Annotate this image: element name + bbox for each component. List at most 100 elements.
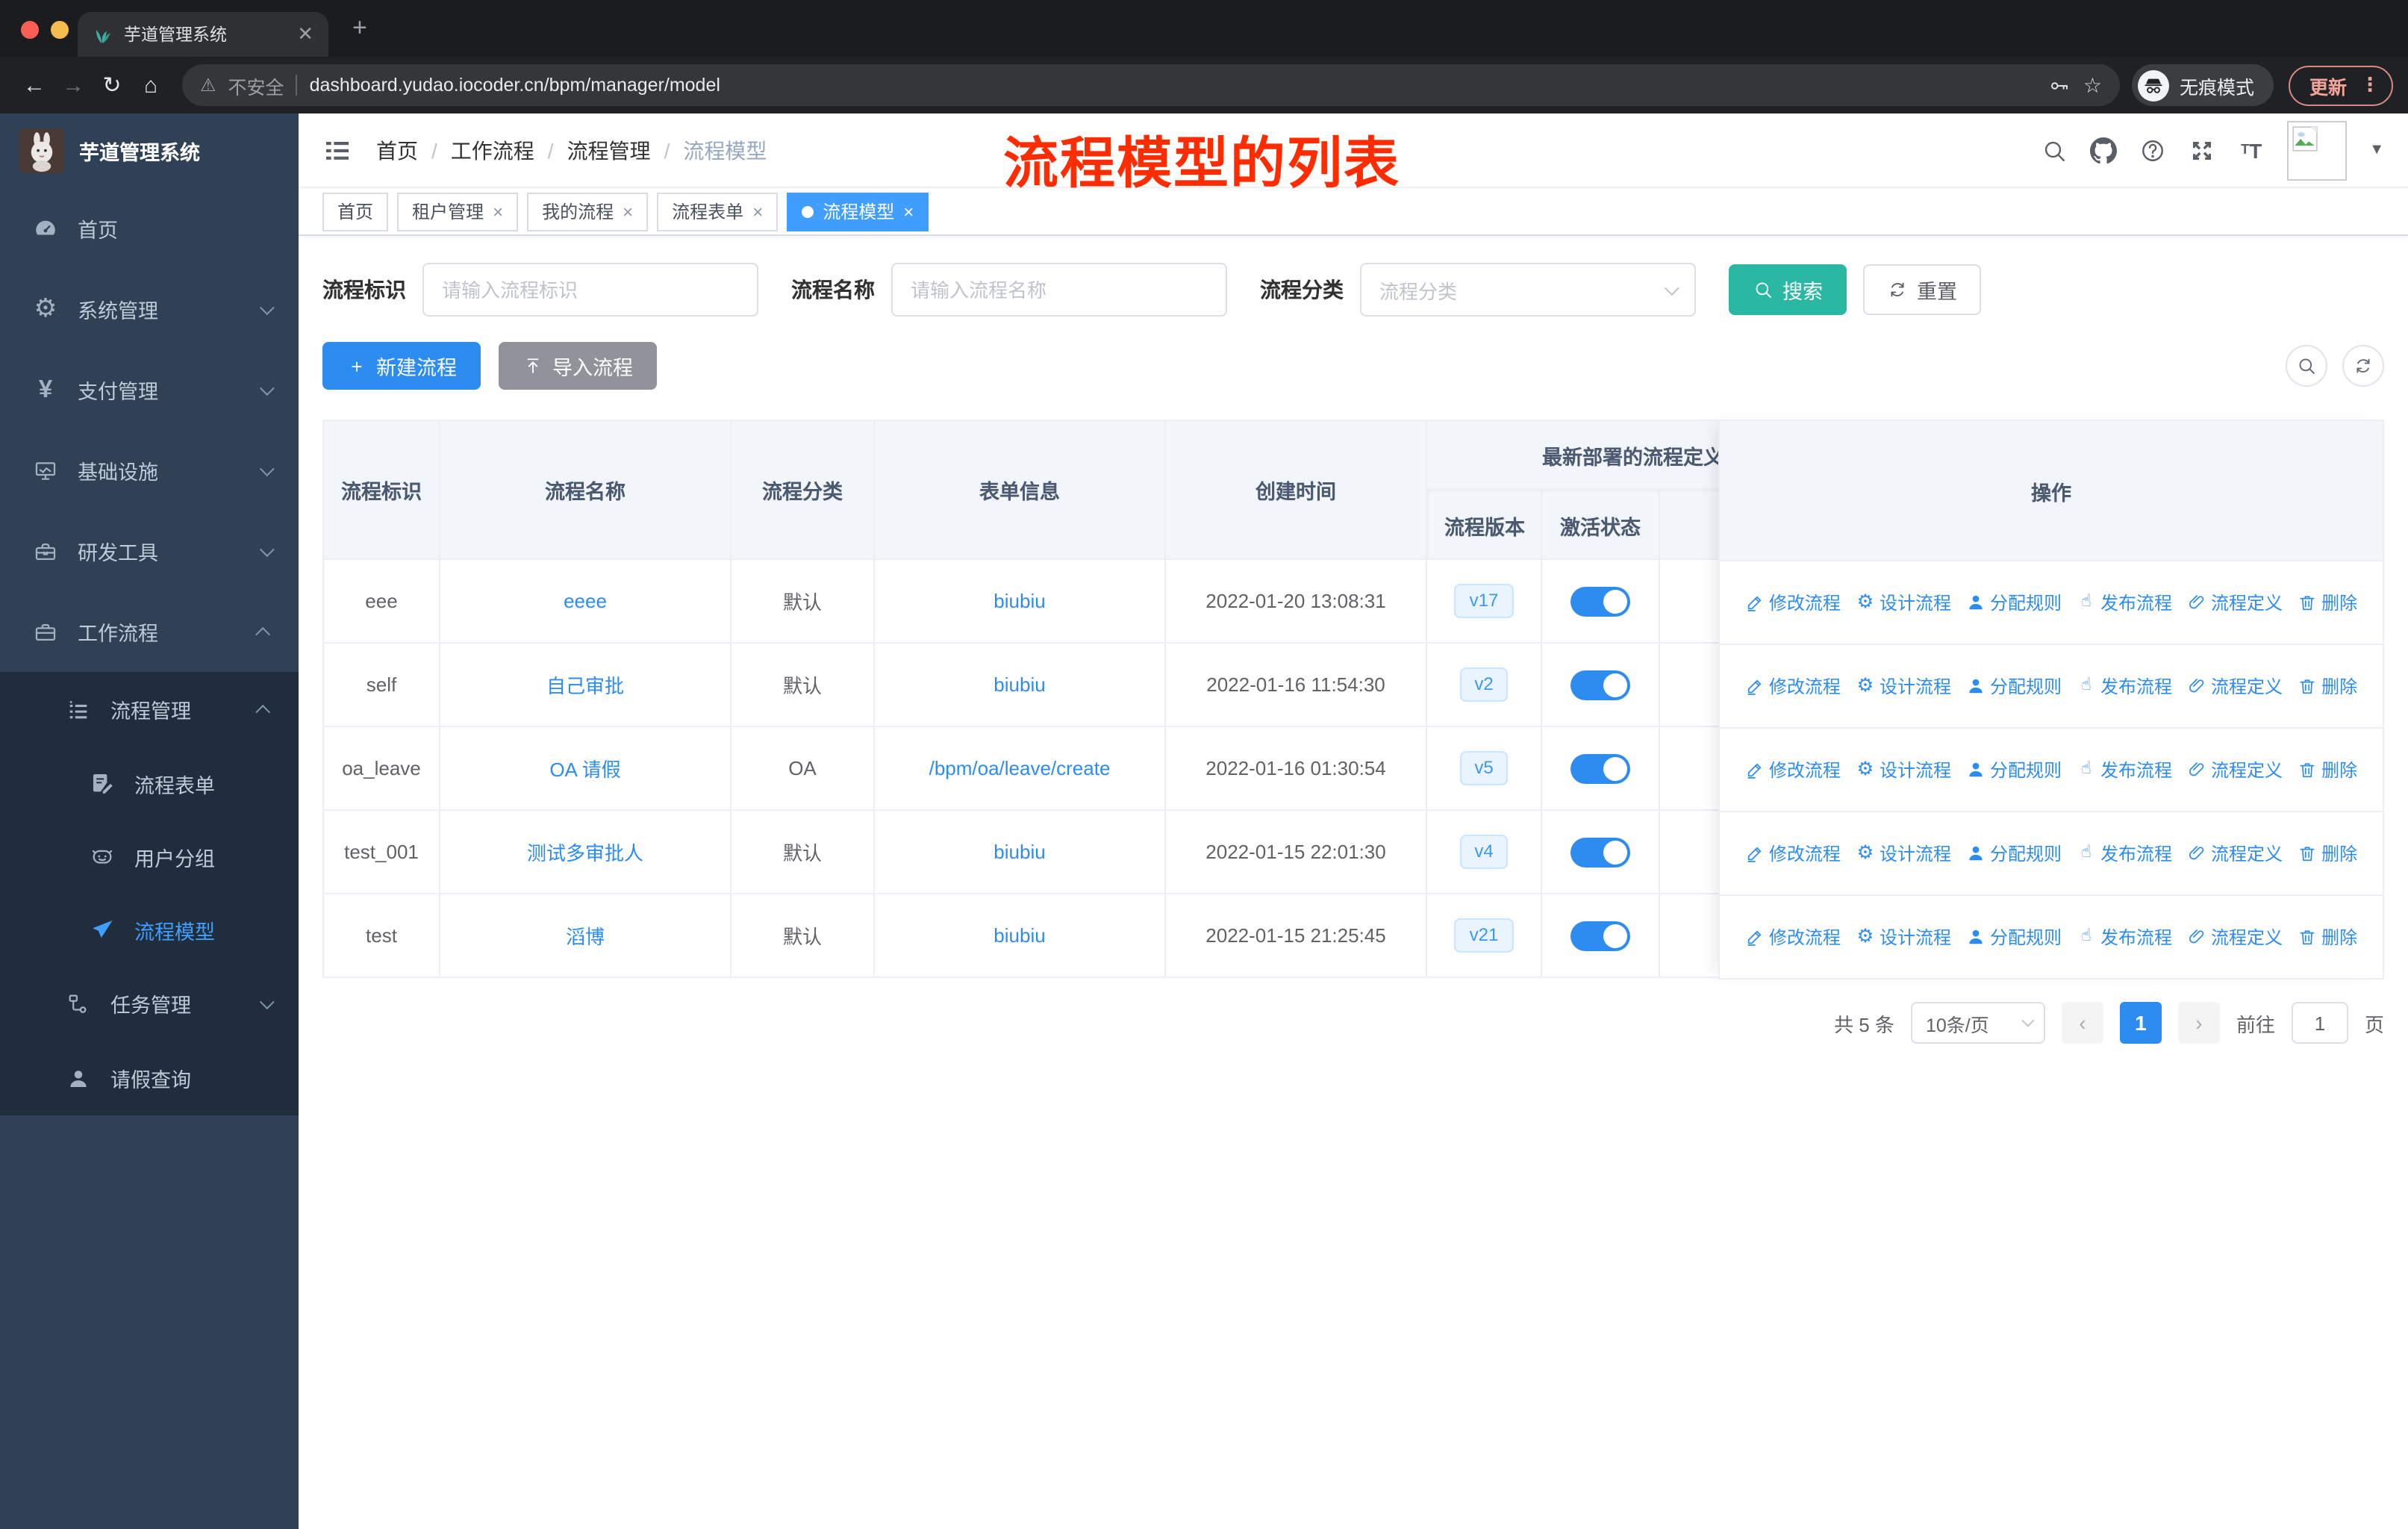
active-toggle[interactable] <box>1570 837 1630 867</box>
breadcrumb-home[interactable]: 首页 <box>376 135 418 165</box>
version-badge[interactable]: v2 <box>1459 667 1509 703</box>
form-info-link[interactable]: biubiu <box>994 590 1045 612</box>
model-name-link[interactable]: 滔博 <box>566 926 605 948</box>
assign-rule-link[interactable]: 分配规则 <box>1966 924 2062 950</box>
sidebar-item-process-management[interactable]: 流程管理 <box>0 672 299 747</box>
sidebar-item-home[interactable]: 首页 <box>0 188 299 269</box>
process-definition-link[interactable]: 流程定义 <box>2187 590 2283 615</box>
model-name-link[interactable]: 测试多审批人 <box>527 842 643 865</box>
active-toggle[interactable] <box>1570 753 1630 783</box>
active-toggle[interactable] <box>1570 586 1630 616</box>
tag-my-process[interactable]: 我的流程 × <box>527 192 649 231</box>
delete-link[interactable]: 删除 <box>2298 673 2357 699</box>
modify-process-link[interactable]: 修改流程 <box>1745 757 1841 782</box>
delete-link[interactable]: 删除 <box>2298 924 2357 950</box>
publish-process-link[interactable]: ☝ 发布流程 <box>2077 924 2172 950</box>
key-icon[interactable] <box>2049 74 2071 96</box>
menu-dots-icon[interactable]: ⋮ <box>2360 73 2380 97</box>
model-name-link[interactable]: 自己审批 <box>546 675 624 697</box>
sidebar-item-payment-management[interactable]: ¥ 支付管理 <box>0 349 299 430</box>
design-process-link[interactable]: ⚙ 设计流程 <box>1856 673 1951 699</box>
process-category-select[interactable]: 流程分类 <box>1360 263 1696 317</box>
help-icon[interactable] <box>2139 137 2166 164</box>
search-button[interactable]: 搜索 <box>1729 264 1847 315</box>
refresh-table-button[interactable] <box>2342 345 2384 387</box>
publish-process-link[interactable]: ☝ 发布流程 <box>2077 590 2172 615</box>
process-name-input[interactable] <box>891 263 1227 317</box>
github-icon[interactable] <box>2090 137 2118 164</box>
publish-process-link[interactable]: ☝ 发布流程 <box>2077 757 2172 782</box>
assign-rule-link[interactable]: 分配规则 <box>1966 841 2062 866</box>
forward-icon[interactable]: → <box>54 72 93 98</box>
form-info-link[interactable]: biubiu <box>994 924 1045 947</box>
publish-process-link[interactable]: ☝ 发布流程 <box>2077 673 2172 699</box>
delete-link[interactable]: 删除 <box>2298 590 2357 615</box>
search-icon[interactable] <box>2041 137 2068 164</box>
caret-down-icon[interactable]: ▼ <box>2369 142 2384 158</box>
page-1-button[interactable]: 1 <box>2119 1002 2162 1044</box>
close-window-icon[interactable] <box>21 21 39 39</box>
sidebar-item-process-form[interactable]: 流程表单 <box>0 747 299 820</box>
home-icon[interactable]: ⌂ <box>131 72 170 98</box>
close-icon[interactable]: × <box>623 201 633 222</box>
modify-process-link[interactable]: 修改流程 <box>1745 590 1841 615</box>
design-process-link[interactable]: ⚙ 设计流程 <box>1856 924 1951 950</box>
process-id-input[interactable] <box>422 263 758 317</box>
form-info-link[interactable]: /bpm/oa/leave/create <box>929 757 1111 779</box>
sidebar-item-leave-query[interactable]: 请假查询 <box>0 1041 299 1115</box>
show-search-button[interactable] <box>2286 345 2327 387</box>
tag-process-form[interactable]: 流程表单 × <box>657 192 779 231</box>
active-toggle[interactable] <box>1570 670 1630 700</box>
design-process-link[interactable]: ⚙ 设计流程 <box>1856 757 1951 782</box>
breadcrumb-process-management[interactable]: 流程管理 <box>567 135 651 165</box>
avatar[interactable] <box>2287 120 2348 180</box>
prev-page-button[interactable]: ‹ <box>2061 1002 2103 1044</box>
sidebar-item-workflow[interactable]: 工作流程 <box>0 591 299 672</box>
modify-process-link[interactable]: 修改流程 <box>1745 673 1841 699</box>
browser-tab[interactable]: 芋道管理系统 ✕ <box>78 12 328 57</box>
active-toggle[interactable] <box>1570 921 1630 950</box>
goto-page-input[interactable] <box>2291 1002 2348 1044</box>
close-icon[interactable]: × <box>903 201 914 222</box>
version-badge[interactable]: v5 <box>1459 750 1509 786</box>
sidebar-item-user-group[interactable]: 用户分组 <box>0 820 299 893</box>
bookmark-star-icon[interactable]: ☆ <box>2083 72 2102 98</box>
form-info-link[interactable]: biubiu <box>994 673 1045 696</box>
form-info-link[interactable]: biubiu <box>994 841 1045 863</box>
import-process-button[interactable]: 导入流程 <box>499 342 657 390</box>
model-name-link[interactable]: eeee <box>564 590 607 612</box>
minimize-window-icon[interactable] <box>51 21 69 39</box>
reset-button[interactable]: 重置 <box>1863 264 1981 315</box>
process-definition-link[interactable]: 流程定义 <box>2187 673 2283 699</box>
process-definition-link[interactable]: 流程定义 <box>2187 757 2283 782</box>
page-size-select[interactable]: 10条/页 <box>1910 1002 2045 1044</box>
delete-link[interactable]: 删除 <box>2298 841 2357 866</box>
design-process-link[interactable]: ⚙ 设计流程 <box>1856 841 1951 866</box>
reload-icon[interactable]: ↻ <box>93 72 131 99</box>
version-badge[interactable]: v17 <box>1454 583 1514 619</box>
tag-tenant-management[interactable]: 租户管理 × <box>397 192 519 231</box>
delete-link[interactable]: 删除 <box>2298 757 2357 782</box>
sidebar-item-infrastructure[interactable]: 基础设施 <box>0 430 299 511</box>
hamburger-icon[interactable] <box>322 135 352 165</box>
process-definition-link[interactable]: 流程定义 <box>2187 841 2283 866</box>
assign-rule-link[interactable]: 分配规则 <box>1966 757 2062 782</box>
close-icon[interactable]: × <box>493 201 503 222</box>
update-button[interactable]: 更新 ⋮ <box>2288 65 2393 105</box>
version-badge[interactable]: v21 <box>1454 918 1514 953</box>
url-bar[interactable]: ⚠ 不安全 dashboard.yudao.iocoder.cn/bpm/man… <box>182 64 2120 106</box>
next-page-button[interactable]: › <box>2177 1002 2220 1044</box>
new-tab-button[interactable]: + <box>352 13 367 43</box>
process-definition-link[interactable]: 流程定义 <box>2187 924 2283 950</box>
sidebar-item-dev-tools[interactable]: 研发工具 <box>0 511 299 591</box>
font-size-icon[interactable]: TT <box>2238 137 2265 164</box>
sidebar-item-process-model[interactable]: 流程模型 <box>0 893 299 966</box>
tab-close-icon[interactable]: ✕ <box>297 22 314 46</box>
back-icon[interactable]: ← <box>15 72 54 98</box>
model-name-link[interactable]: OA 请假 <box>549 759 620 781</box>
version-badge[interactable]: v4 <box>1459 834 1509 870</box>
tag-home[interactable]: 首页 <box>322 192 389 231</box>
create-process-button[interactable]: + 新建流程 <box>322 342 481 390</box>
publish-process-link[interactable]: ☝ 发布流程 <box>2077 841 2172 866</box>
design-process-link[interactable]: ⚙ 设计流程 <box>1856 590 1951 615</box>
